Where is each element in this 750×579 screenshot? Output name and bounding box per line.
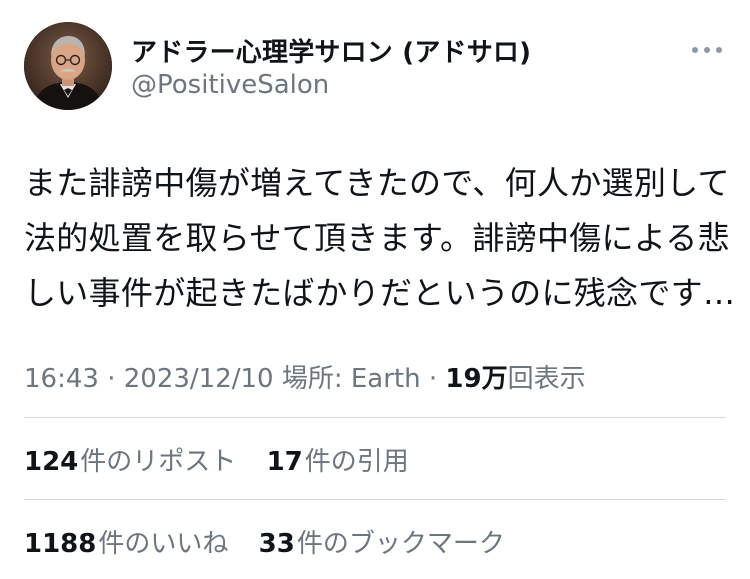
views-count: 19万 — [445, 364, 508, 394]
more-horizontal-icon[interactable] — [692, 40, 722, 60]
dot — [704, 47, 710, 53]
tweet-meta: 16:43 · 2023/12/10 場所: Earth · 19万回表示 — [24, 358, 586, 395]
author-display-name[interactable]: アドラー心理学サロン (アドサロ) — [131, 32, 531, 69]
tweet-text-line: 法的処置を取らせて頂きます。誹謗中傷による悲 — [24, 219, 730, 257]
tweet-location: 場所: Earth — [273, 364, 421, 394]
tweet-time[interactable]: 16:43 — [24, 364, 99, 394]
quotes-stat[interactable]: 17件の引用 — [267, 441, 409, 478]
views-label: 回表示 — [507, 364, 586, 394]
dot — [716, 47, 722, 53]
bookmarks-count: 33 — [258, 529, 295, 559]
meta-separator: · — [420, 364, 446, 394]
reposts-label: 件のリポスト — [80, 447, 237, 477]
avatar[interactable] — [24, 22, 112, 110]
engagement-row-likes: 1188件のいいね 33件のブックマーク — [24, 523, 527, 560]
reposts-stat[interactable]: 124件のリポスト — [24, 441, 236, 478]
divider — [24, 499, 726, 500]
quotes-label: 件の引用 — [304, 447, 409, 477]
likes-label: 件のいいね — [98, 529, 229, 559]
likes-count: 1188 — [24, 529, 97, 559]
bookmarks-stat[interactable]: 33件のブックマーク — [259, 523, 505, 560]
likes-stat[interactable]: 1188件のいいね — [24, 523, 228, 560]
meta-separator: · — [98, 364, 124, 394]
tweet-text-line: しい事件が起きたばかりだというのに残念です… — [24, 274, 736, 312]
bookmarks-label: 件のブックマーク — [296, 529, 505, 559]
tweet-date[interactable]: 2023/12/10 — [124, 364, 274, 394]
engagement-row-reposts: 124件のリポスト 17件の引用 — [24, 441, 431, 478]
tweet-text: また誹謗中傷が増えてきたので、何人か選別して 法的処置を取らせて頂きます。誹謗中… — [24, 156, 736, 321]
divider — [24, 417, 726, 418]
dot — [692, 47, 698, 53]
reposts-count: 124 — [24, 447, 79, 477]
tweet-text-line: また誹謗中傷が増えてきたので、何人か選別して — [24, 164, 730, 202]
quotes-count: 17 — [266, 447, 303, 477]
tweet-detail: アドラー心理学サロン (アドサロ) @PositiveSalon また誹謗中傷が… — [0, 0, 750, 579]
author-handle[interactable]: @PositiveSalon — [131, 70, 329, 100]
avatar-portrait-icon — [24, 22, 112, 110]
